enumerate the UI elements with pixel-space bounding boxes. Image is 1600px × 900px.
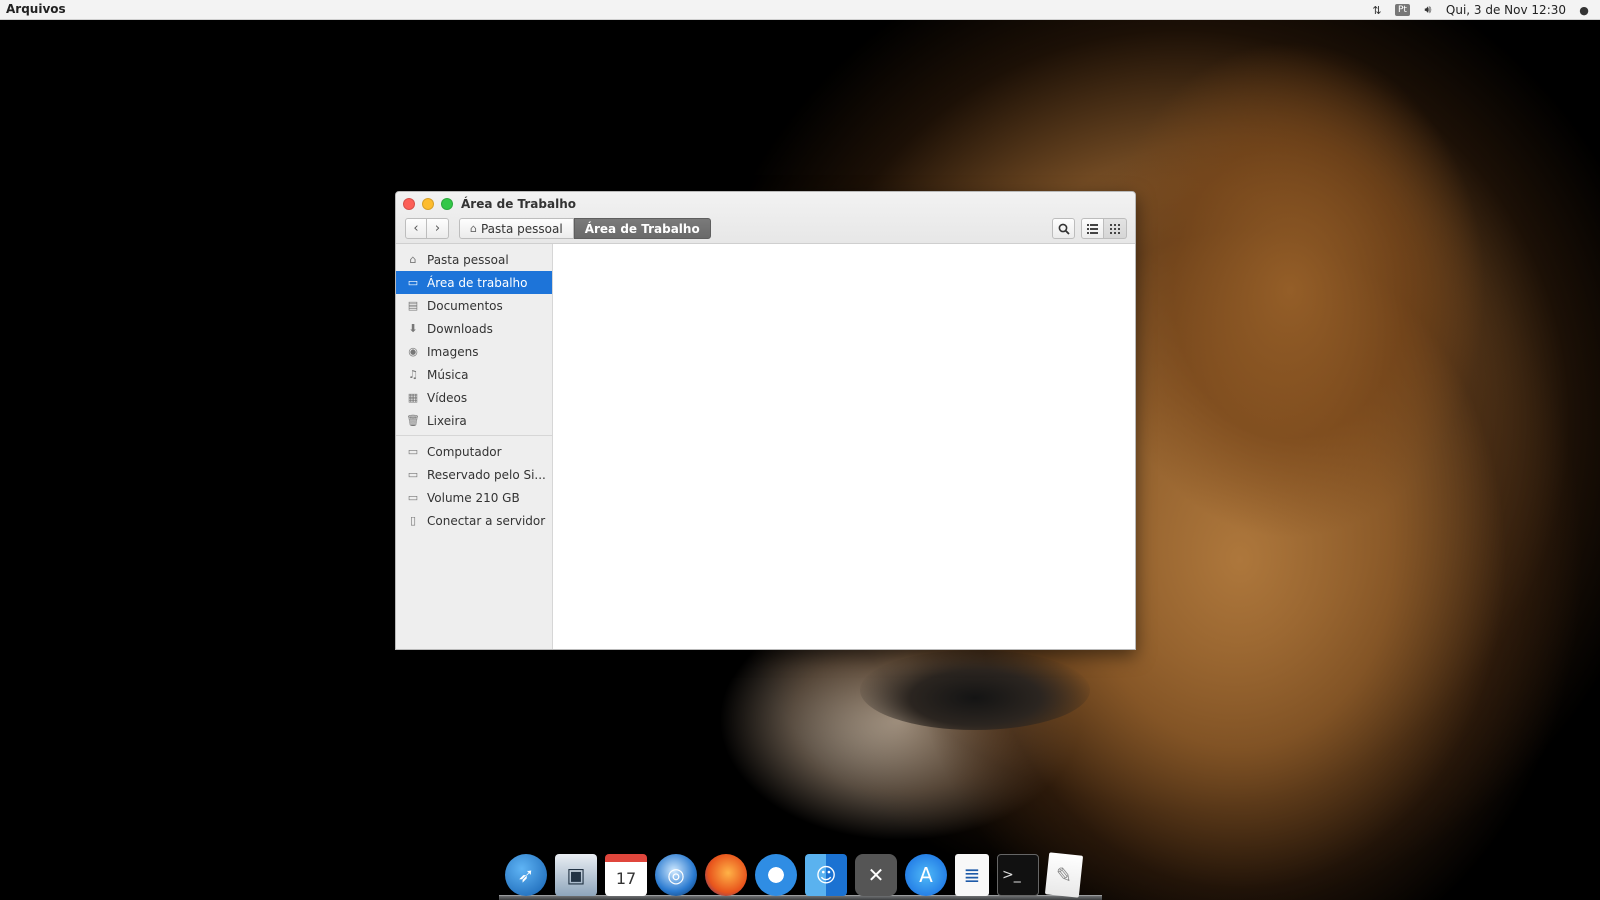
maximize-button[interactable] (441, 198, 453, 210)
video-icon: ▦ (407, 391, 419, 404)
sidebar-item-trash[interactable]: 🗑︎ Lixeira (396, 409, 552, 432)
sidebar-item-volume[interactable]: ▭ Volume 210 GB (396, 486, 552, 509)
search-button[interactable] (1052, 218, 1075, 239)
apple-icon[interactable]: ● (1576, 3, 1592, 17)
view-toggle (1081, 218, 1127, 239)
sidebar-item-label: Computador (427, 444, 502, 459)
camera-icon: ◉ (408, 345, 418, 358)
sidebar-item-label: Música (427, 367, 469, 382)
grid-view-button[interactable] (1104, 218, 1127, 239)
sidebar-item-label: Área de trabalho (427, 275, 528, 290)
sidebar-item-label: Downloads (427, 321, 493, 336)
breadcrumb: ⌂ Pasta pessoal Área de Trabalho (459, 218, 711, 239)
notes-app-icon[interactable]: ✎ (1044, 851, 1084, 898)
finder-app-icon[interactable]: ☺ (805, 853, 847, 896)
language-indicator[interactable]: Pt (1394, 4, 1410, 16)
app-store-icon[interactable]: A (905, 853, 947, 896)
drive-icon: ▭ (407, 468, 419, 481)
chevron-left-icon: ‹ (413, 221, 419, 236)
top-panel: Arquivos ⇅ Pt 🔊︎ Qui, 3 de Nov 12:30 ● (0, 0, 1600, 20)
back-button[interactable]: ‹ (405, 218, 427, 239)
window-titlebar: Área de Trabalho ‹ › ⌂ Pasta pessoal Áre… (396, 192, 1135, 244)
preview-app-icon[interactable]: ▣ (555, 853, 597, 896)
calendar-app-icon[interactable]: 17 (605, 853, 647, 896)
navigation-buttons: ‹ › (405, 218, 449, 239)
panel-indicators: ⇅ Pt 🔊︎ Qui, 3 de Nov 12:30 ● (1369, 1, 1592, 19)
window-title: Área de Trabalho (461, 197, 576, 211)
documents-icon: ▤ (407, 299, 419, 312)
chromium-app-icon[interactable] (755, 853, 797, 896)
desktop-icon: ▭ (407, 276, 419, 289)
network-icon[interactable]: ⇅ (1369, 3, 1385, 17)
system-tools-app-icon[interactable]: ✕ (855, 853, 897, 896)
forward-button[interactable]: › (427, 218, 449, 239)
music-icon: ♫ (408, 368, 418, 381)
sidebar-item-images[interactable]: ◉ Imagens (396, 340, 552, 363)
toolbar-right (1052, 218, 1127, 239)
drive-icon: ▭ (407, 445, 419, 458)
sidebar-item-reserved[interactable]: ▭ Reservado pelo Si... (396, 463, 552, 486)
sidebar-item-home[interactable]: ⌂ Pasta pessoal (396, 248, 552, 271)
document-viewer-app-icon[interactable]: ≣ (955, 853, 989, 896)
trash-icon: 🗑︎ (406, 414, 420, 427)
file-manager-window: Área de Trabalho ‹ › ⌂ Pasta pessoal Áre… (395, 191, 1136, 650)
terminal-app-icon[interactable]: >_ (997, 853, 1039, 896)
sidebar-item-videos[interactable]: ▦ Vídeos (396, 386, 552, 409)
breadcrumb-home-label: Pasta pessoal (480, 221, 563, 236)
sidebar-item-label: Pasta pessoal (427, 252, 509, 267)
sidebar: ⌂ Pasta pessoal ▭ Área de trabalho ▤ Doc… (396, 244, 553, 649)
home-icon: ⌂ (470, 222, 477, 235)
sidebar-item-documents[interactable]: ▤ Documentos (396, 294, 552, 317)
sidebar-item-label: Documentos (427, 298, 503, 313)
calendar-day: 17 (615, 869, 637, 888)
clock[interactable]: Qui, 3 de Nov 12:30 (1446, 3, 1566, 17)
sidebar-item-music[interactable]: ♫ Música (396, 363, 552, 386)
sidebar-item-downloads[interactable]: ⬇ Downloads (396, 317, 552, 340)
sidebar-item-label: Reservado pelo Si... (427, 467, 546, 482)
volume-icon[interactable]: 🔊︎ (1420, 3, 1436, 17)
breadcrumb-current-label: Área de Trabalho (584, 221, 700, 236)
close-button[interactable] (403, 198, 415, 210)
grid-icon (1110, 223, 1120, 234)
sidebar-divider (396, 435, 552, 436)
list-icon (1087, 223, 1098, 234)
dock: ➶ ▣ 17 ◎ ☺ ✕ A ≣ >_ ✎ (499, 849, 1102, 900)
sidebar-item-label: Vídeos (427, 390, 468, 405)
breadcrumb-current[interactable]: Área de Trabalho (573, 218, 711, 239)
list-view-button[interactable] (1081, 218, 1104, 239)
sidebar-item-connect-server[interactable]: ▯ Conectar a servidor (396, 509, 552, 532)
firefox-app-icon[interactable] (705, 853, 747, 896)
sidebar-item-desktop[interactable]: ▭ Área de trabalho (396, 271, 552, 294)
minimize-button[interactable] (422, 198, 434, 210)
active-app-name[interactable]: Arquivos (6, 2, 66, 16)
home-icon: ⌂ (409, 253, 417, 266)
wallpaper-detail (860, 650, 1090, 730)
breadcrumb-home[interactable]: ⌂ Pasta pessoal (459, 218, 574, 239)
drive-icon: ▭ (407, 491, 419, 504)
sidebar-item-label: Conectar a servidor (427, 513, 546, 528)
eagle-app-icon[interactable]: ➶ (505, 853, 547, 896)
sidebar-item-label: Volume 210 GB (427, 490, 520, 505)
window-controls (403, 198, 453, 210)
search-icon (1058, 223, 1070, 235)
sidebar-item-label: Lixeira (427, 413, 467, 428)
quicktime-app-icon[interactable]: ◎ (655, 853, 697, 896)
chevron-right-icon: › (434, 221, 441, 236)
sidebar-item-label: Imagens (427, 344, 479, 359)
server-icon: ▯ (409, 514, 417, 527)
file-view-area[interactable] (553, 244, 1135, 649)
downloads-icon: ⬇ (408, 322, 418, 335)
sidebar-item-computer[interactable]: ▭ Computador (396, 440, 552, 463)
